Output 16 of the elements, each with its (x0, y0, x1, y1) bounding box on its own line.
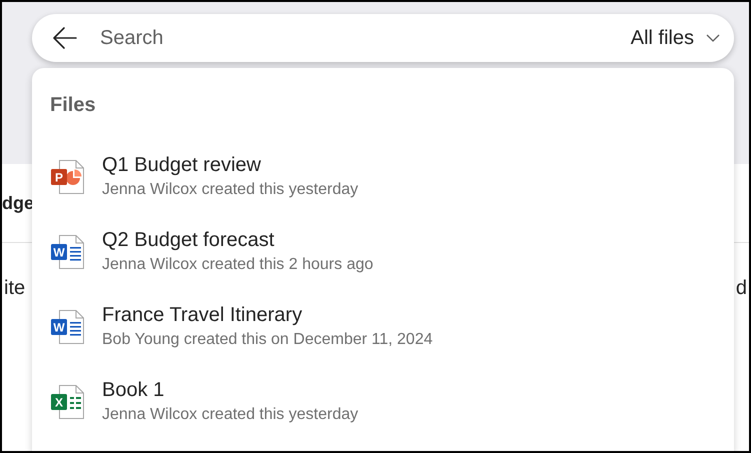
row-text: ite (4, 277, 26, 300)
back-arrow-icon[interactable] (52, 25, 78, 51)
file-detail: Bob Young created this on December 11, 2024 (102, 331, 433, 349)
file-detail: Jenna Wilcox created this yesterday (102, 406, 358, 424)
section-heading: Files (50, 94, 97, 117)
file-detail: Jenna Wilcox created this 2 hours ago (102, 256, 374, 274)
file-title[interactable]: France Travel Itinerary (102, 304, 433, 327)
file-title[interactable]: Q1 Budget review (102, 154, 358, 177)
file-title[interactable]: Q2 Budget forecast (102, 229, 374, 252)
scope-dropdown[interactable]: All files (630, 22, 720, 54)
search-field[interactable]: Search All files (32, 14, 734, 62)
file-title[interactable]: Book 1 (102, 379, 358, 402)
chevron-down-icon (706, 34, 720, 42)
heading-text: dge (2, 192, 34, 214)
row-text: d (736, 277, 747, 300)
file-detail: Jenna Wilcox created this yesterday (102, 181, 358, 199)
